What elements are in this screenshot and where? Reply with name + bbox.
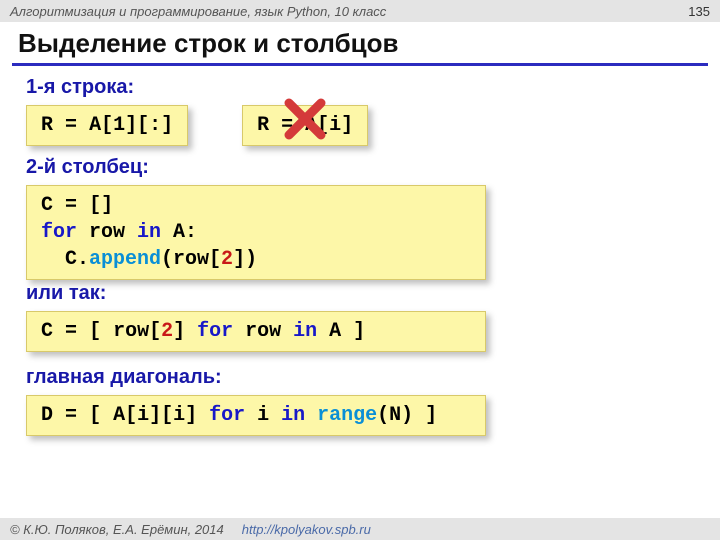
footer-link: http://kpolyakov.spb.ru [242,522,371,537]
course-label: Алгоритмизация и программирование, язык … [10,4,386,19]
page-number: 135 [688,4,710,19]
footer-bar: © К.Ю. Поляков, Е.А. Ерёмин, 2014 http:/… [0,518,720,540]
section-alt-label: или так: [26,282,694,305]
title-underline [12,63,708,66]
header-bar: Алгоритмизация и программирование, язык … [0,0,720,22]
code-row-bad-wrap: R = A[i] [242,105,368,146]
code-diagonal: D = [ A[i][i] for i in range(N) ] [26,395,486,436]
row-examples: R = A[1][:] R = A[i] [26,105,694,146]
code-row-slice: R = A[1][:] [26,105,188,146]
content: 1-я строка: R = A[1][:] R = A[i] 2-й сто… [0,76,720,436]
code-col-loop: C = [] for row in A: C.append(row[2]) [26,185,486,280]
copyright: © К.Ю. Поляков, Е.А. Ерёмин, 2014 [10,522,224,537]
code-col-comprehension: C = [ row[2] for row in A ] [26,311,486,352]
section-col-label: 2-й столбец: [26,156,694,179]
page-title: Выделение строк и столбцов [0,22,720,63]
code-row-bad: R = A[i] [242,105,368,146]
section-row-label: 1-я строка: [26,76,694,99]
section-diag-label: главная диагональ: [26,366,694,389]
